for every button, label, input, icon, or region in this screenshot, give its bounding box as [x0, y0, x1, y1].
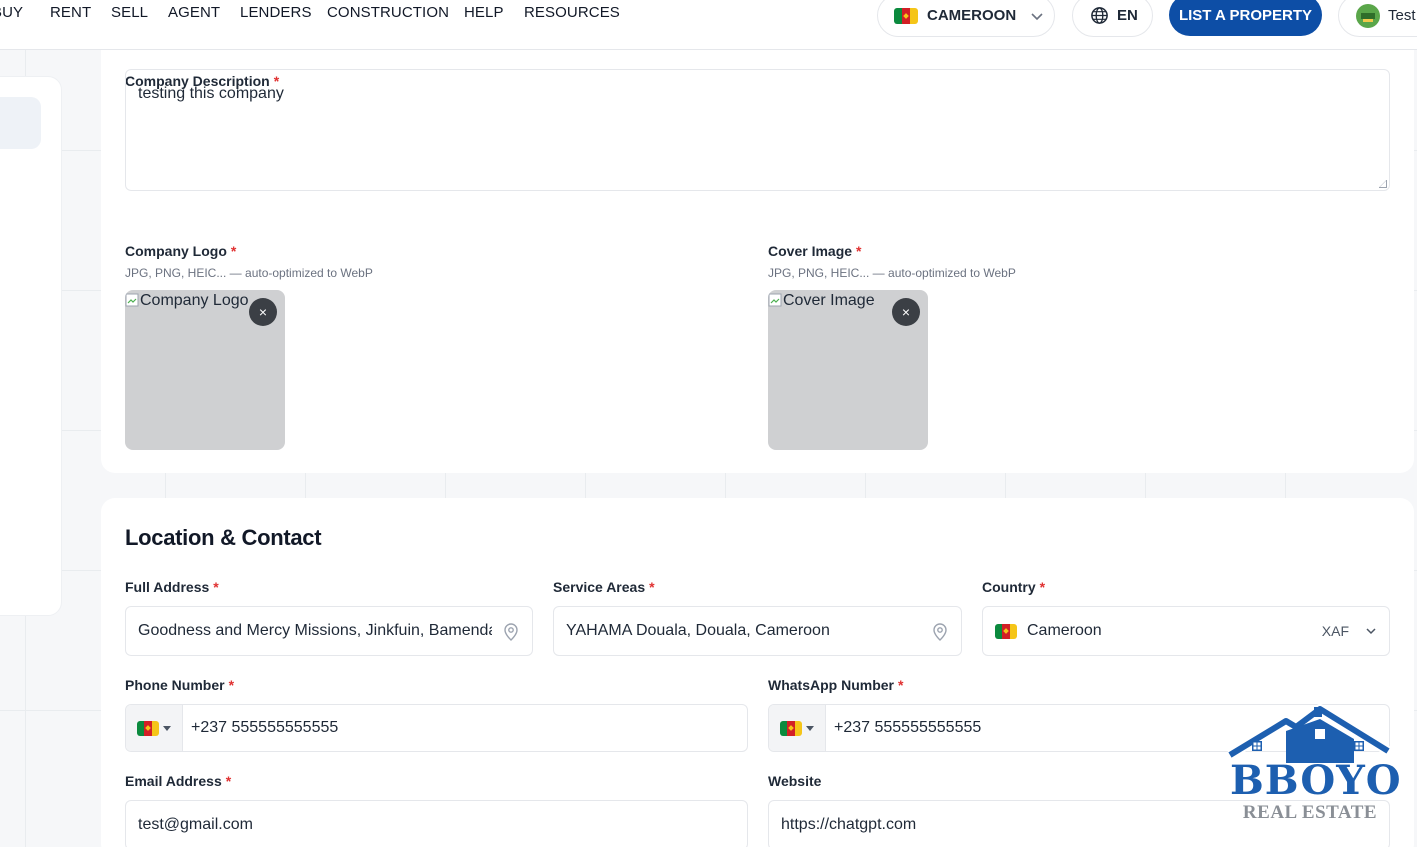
service-areas-label: Service Areas *: [553, 579, 655, 595]
section-title: Location & Contact: [125, 525, 322, 550]
company-logo-hint: JPG, PNG, HEIC... — auto-optimized to We…: [125, 266, 373, 280]
country-selector[interactable]: CAMEROON: [877, 0, 1055, 37]
company-description-textarea[interactable]: testing this company: [125, 69, 1390, 191]
country-label: Country *: [982, 579, 1046, 595]
currency-code: XAF: [1321, 623, 1349, 639]
broken-image-icon: [125, 293, 139, 307]
language-label: EN: [1117, 7, 1138, 24]
full-address-input[interactable]: Goodness and Mercy Missions, Jinkfuin, B…: [125, 606, 533, 656]
sidebar: [0, 76, 62, 616]
phone-number-input[interactable]: +237 555555555555: [125, 704, 748, 752]
whatsapp-number-label: WhatsApp Number *: [768, 677, 904, 693]
whatsapp-country-picker[interactable]: [769, 705, 826, 751]
phone-country-picker[interactable]: [126, 705, 183, 751]
map-pin-icon: [933, 623, 947, 641]
email-address-label: Email Address *: [125, 773, 232, 789]
resize-handle-icon[interactable]: [1379, 180, 1387, 188]
map-pin-icon: [504, 623, 518, 641]
full-address-label: Full Address *: [125, 579, 219, 595]
caret-down-icon: [806, 725, 814, 731]
list-property-button[interactable]: LIST A PROPERTY: [1169, 0, 1322, 36]
house-roof-icon: [1227, 704, 1391, 763]
company-logo-preview[interactable]: Company Logo ×: [125, 290, 285, 450]
chevron-down-icon: [1031, 12, 1043, 20]
service-areas-input[interactable]: YAHAMA Douala, Douala, Cameroon: [553, 606, 962, 656]
nav-link-rent[interactable]: RENT: [50, 4, 91, 21]
nav-link-sell[interactable]: SELL: [111, 4, 148, 21]
broken-image-icon: [768, 293, 782, 307]
country-selector-label: CAMEROON: [927, 7, 1017, 24]
cover-image-alt-text: Cover Image: [768, 292, 875, 310]
brand-tagline: REAL ESTATE: [1242, 802, 1378, 823]
nav-link-construction[interactable]: CONSTRUCTION: [327, 4, 449, 21]
cameroon-flag-icon: [137, 720, 159, 736]
top-navigation: BUY RENT SELL AGENT LENDERS CONSTRUCTION…: [0, 0, 1417, 50]
cover-image-label: Cover Image *: [768, 243, 862, 259]
user-name: Test: [1388, 7, 1416, 24]
remove-cover-button[interactable]: ×: [892, 298, 920, 326]
company-logo-alt-text: Company Logo: [125, 292, 249, 310]
nav-link-lenders[interactable]: LENDERS: [240, 4, 312, 21]
cameroon-flag-icon: [780, 720, 802, 736]
sidebar-item-active[interactable]: [0, 97, 41, 149]
company-logo-label: Company Logo *: [125, 243, 237, 259]
avatar: [1356, 3, 1380, 28]
country-value: Cameroon: [1027, 622, 1102, 639]
language-selector[interactable]: EN: [1072, 0, 1153, 37]
globe-icon: [1091, 7, 1108, 24]
cover-image-hint: JPG, PNG, HEIC... — auto-optimized to We…: [768, 266, 1016, 280]
chevron-down-icon: [1366, 628, 1376, 635]
website-label: Website: [768, 773, 822, 789]
nav-link-agent[interactable]: AGENT: [168, 4, 220, 21]
cover-image-preview[interactable]: Cover Image ×: [768, 290, 928, 450]
country-select[interactable]: Cameroon XAF: [982, 606, 1390, 656]
brand-name: BBOYO: [1230, 757, 1402, 804]
nav-link-help[interactable]: HELP: [464, 4, 504, 21]
cameroon-flag-icon: [894, 7, 918, 24]
user-menu[interactable]: Test: [1338, 0, 1417, 37]
caret-down-icon: [163, 725, 171, 731]
location-contact-card: Location & Contact Full Address * Goodnes…: [101, 498, 1414, 847]
cameroon-flag-icon: [995, 623, 1017, 639]
company-info-card: Company Description * testing this compan…: [101, 20, 1414, 473]
email-address-input[interactable]: test@gmail.com: [125, 800, 748, 847]
remove-logo-button[interactable]: ×: [249, 298, 277, 326]
nav-link-buy[interactable]: BUY: [0, 4, 23, 21]
brand-watermark-logo: BBOYO REAL ESTATE: [1226, 703, 1402, 825]
phone-number-label: Phone Number *: [125, 677, 235, 693]
nav-link-resources[interactable]: RESOURCES: [524, 4, 620, 21]
